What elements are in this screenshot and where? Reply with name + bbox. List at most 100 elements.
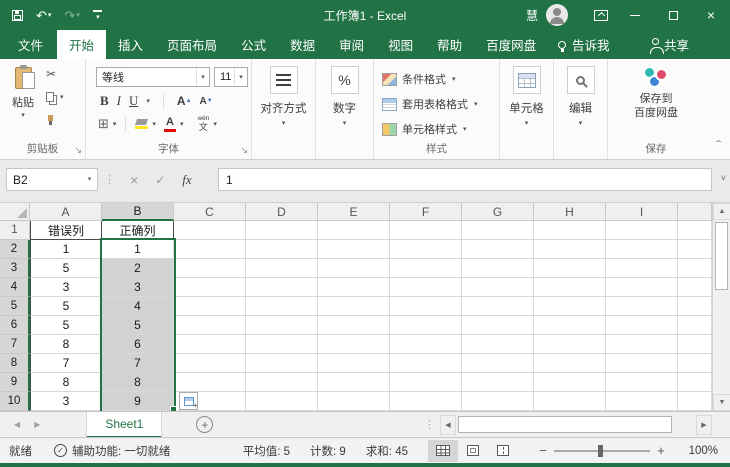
cell-partial-6[interactable] — [678, 316, 712, 335]
cell-E7[interactable] — [318, 335, 390, 354]
grow-font-button[interactable]: A ▲ — [177, 94, 192, 108]
page-layout-view-button[interactable] — [458, 440, 488, 462]
save-button[interactable] — [12, 9, 23, 21]
conditional-formatting-button[interactable]: 条件格式 ▾ — [382, 71, 456, 87]
borders-button[interactable]: ⊞ — [98, 116, 109, 132]
cell-partial-4[interactable] — [678, 278, 712, 297]
row-header-2[interactable]: 2 — [0, 240, 30, 259]
cell-C1[interactable] — [174, 221, 246, 240]
minimize-button[interactable] — [616, 0, 654, 30]
ribbon-tab-2[interactable]: 开始 — [57, 30, 107, 59]
alignment-button[interactable]: 对齐方式 ▾ — [252, 66, 315, 127]
formula-bar-drag-handle[interactable]: ⋮ — [104, 173, 115, 186]
phonetic-guide-button[interactable]: wén 文 — [197, 116, 209, 132]
number-button[interactable]: % 数字 ▾ — [316, 66, 373, 127]
scroll-left-icon[interactable]: ◀ — [440, 415, 456, 435]
zoom-slider[interactable] — [554, 444, 650, 457]
cell-H2[interactable] — [534, 240, 606, 259]
cell-G8[interactable] — [462, 354, 534, 373]
shrink-font-button[interactable]: A ▼ — [200, 96, 213, 107]
cell-B5[interactable]: 4 — [102, 297, 174, 316]
cancel-button[interactable]: × — [130, 172, 138, 188]
scroll-up-icon[interactable]: ▲ — [713, 203, 730, 220]
row-header-6[interactable]: 6 — [0, 316, 30, 335]
row-header-4[interactable]: 4 — [0, 278, 30, 297]
ribbon-tab-5[interactable]: 公式 — [229, 30, 278, 59]
normal-view-button[interactable] — [428, 439, 458, 462]
italic-button[interactable]: I — [117, 93, 121, 109]
font-dialog-launcher-icon[interactable]: ↘ — [240, 145, 248, 156]
row-header-1[interactable]: 1 — [0, 221, 30, 240]
close-button[interactable]: × — [692, 0, 730, 30]
font-name-combobox[interactable]: 等线 ▾ — [96, 67, 210, 87]
fill-color-button[interactable] — [135, 119, 149, 129]
col-header-H[interactable]: H — [534, 203, 606, 221]
horizontal-scroll-thumb[interactable] — [458, 416, 672, 433]
autofill-options-button[interactable] — [179, 392, 198, 410]
cell-I4[interactable] — [606, 278, 678, 297]
tell-me-button[interactable]: 告诉我 — [558, 30, 610, 59]
cell-partial-1[interactable] — [678, 221, 712, 240]
zoom-level[interactable]: 100% — [680, 445, 718, 457]
formula-input[interactable]: 1 — [218, 168, 712, 191]
cell-C4[interactable] — [174, 278, 246, 297]
cell-A5[interactable]: 5 — [30, 297, 102, 316]
cell-C9[interactable] — [174, 373, 246, 392]
cell-I7[interactable] — [606, 335, 678, 354]
sheet-nav-right-icon[interactable]: ▶ — [34, 420, 40, 429]
cell-C6[interactable] — [174, 316, 246, 335]
collapse-ribbon-icon[interactable]: ˆ — [716, 140, 721, 151]
cell-E3[interactable] — [318, 259, 390, 278]
row-header-9[interactable]: 9 — [0, 373, 30, 392]
cell-I2[interactable] — [606, 240, 678, 259]
cell-F10[interactable] — [390, 392, 462, 411]
cell-C7[interactable] — [174, 335, 246, 354]
cell-partial-2[interactable] — [678, 240, 712, 259]
cell-B9[interactable]: 8 — [102, 373, 174, 392]
customize-qat-button[interactable]: ▾ — [92, 9, 102, 21]
font-size-combobox[interactable]: 11 ▾ — [214, 67, 248, 87]
clipboard-dialog-launcher-icon[interactable]: ↘ — [74, 145, 82, 156]
cell-A4[interactable]: 3 — [30, 278, 102, 297]
cell-partial-9[interactable] — [678, 373, 712, 392]
cell-C5[interactable] — [174, 297, 246, 316]
cell-E2[interactable] — [318, 240, 390, 259]
cell-partial-7[interactable] — [678, 335, 712, 354]
share-button[interactable]: 共享 — [650, 30, 689, 59]
cell-H4[interactable] — [534, 278, 606, 297]
ribbon-tab-6[interactable]: 数据 — [278, 30, 327, 59]
cell-D3[interactable] — [246, 259, 318, 278]
sheet-tab-sheet1[interactable]: Sheet1 — [86, 411, 163, 438]
zoom-in-button[interactable]: + — [654, 443, 668, 458]
cell-G9[interactable] — [462, 373, 534, 392]
cell-I6[interactable] — [606, 316, 678, 335]
cell-B8[interactable]: 7 — [102, 354, 174, 373]
cell-B10[interactable]: 9 — [102, 392, 174, 411]
page-break-view-button[interactable] — [488, 440, 518, 462]
formula-bar-expand-icon[interactable]: ˅ — [721, 173, 726, 183]
col-header-C[interactable]: C — [174, 203, 246, 221]
col-header-B[interactable]: B — [102, 203, 174, 221]
cut-button[interactable]: ✂ — [46, 67, 64, 81]
insert-function-button[interactable]: fx — [182, 172, 191, 188]
cell-E6[interactable] — [318, 316, 390, 335]
scroll-down-icon[interactable]: ▼ — [713, 394, 730, 411]
paste-button[interactable]: 粘贴 ▾ — [6, 65, 40, 139]
active-cell-B2[interactable]: 1 — [102, 240, 174, 259]
ribbon-tab-3[interactable]: 插入 — [106, 30, 155, 59]
vertical-scrollbar[interactable]: ▲ ▼ — [712, 203, 730, 411]
cell-D9[interactable] — [246, 373, 318, 392]
cell-C2[interactable] — [174, 240, 246, 259]
phonetic-dropdown-icon[interactable]: ▾ — [213, 121, 217, 128]
cell-G7[interactable] — [462, 335, 534, 354]
cell-H5[interactable] — [534, 297, 606, 316]
cell-B7[interactable]: 6 — [102, 335, 174, 354]
col-header-A[interactable]: A — [30, 203, 102, 221]
cell-H9[interactable] — [534, 373, 606, 392]
ribbon-tab-8[interactable]: 视图 — [376, 30, 425, 59]
name-box[interactable]: B2 ▾ — [6, 168, 98, 191]
font-color-dropdown-icon[interactable]: ▾ — [180, 121, 184, 128]
cell-C3[interactable] — [174, 259, 246, 278]
cell-partial-8[interactable] — [678, 354, 712, 373]
cell-G1[interactable] — [462, 221, 534, 240]
